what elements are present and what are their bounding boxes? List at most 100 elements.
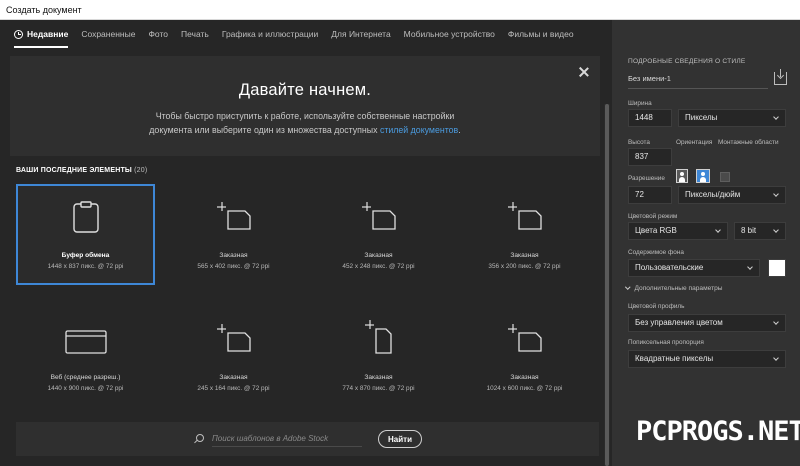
resolution-input[interactable]: 72 — [628, 186, 672, 204]
welcome-line-1: Чтобы быстро приступить к работе, исполь… — [155, 111, 455, 121]
category-tabs: Недавние Сохраненные Фото Печать Графика… — [0, 20, 612, 48]
recent-section-title: ВАШИ ПОСЛЕДНИЕ ЭЛЕМЕНТЫ (20) — [16, 167, 147, 174]
color-profile-value: Без управления цветом — [635, 318, 723, 327]
width-input[interactable]: 1448 — [628, 109, 672, 127]
width-unit-value: Пикселы — [685, 113, 718, 122]
recent-item-custom[interactable]: Заказная 452 x 248 пикс. @ 72 ppi — [309, 184, 448, 285]
recent-count: (20) — [134, 167, 148, 174]
main-area: Давайте начнем. Чтобы быстро приступить … — [0, 48, 612, 466]
pixel-aspect-value: Квадратные пикселы — [635, 354, 714, 363]
pixel-aspect-label: Попиксельная пропорция — [628, 339, 704, 346]
chevron-down-icon — [625, 283, 631, 289]
tab-art-illustration[interactable]: Графика и иллюстрации — [222, 20, 318, 48]
welcome-banner: Давайте начнем. Чтобы быстро приступить … — [10, 56, 600, 156]
clipboard-icon — [72, 201, 99, 233]
preset-name-underline — [628, 88, 768, 89]
resolution-unit-value: Пикселы/дюйм — [685, 190, 741, 199]
custom-landscape-icon — [507, 202, 542, 230]
item-name: Заказная — [364, 252, 393, 259]
tab-mobile[interactable]: Мобильное устройство — [404, 20, 495, 48]
advanced-options-label: Дополнительные параметры — [634, 285, 723, 292]
item-size: 1440 x 900 пикс. @ 72 ppi — [47, 385, 124, 392]
welcome-line-2: документа или выберите один из множества… — [10, 123, 600, 137]
tab-film-video[interactable]: Фильмы и видео — [508, 20, 574, 48]
color-profile-dropdown[interactable]: Без управления цветом — [628, 314, 786, 332]
close-icon[interactable] — [578, 66, 590, 78]
item-name: Заказная — [510, 252, 539, 259]
search-icon — [196, 434, 204, 442]
find-button[interactable]: Найти — [378, 430, 422, 448]
recent-item-web-medium[interactable]: Веб (среднее разреш.) 1440 x 900 пикс. @… — [16, 306, 155, 407]
chevron-down-icon — [747, 264, 753, 270]
orientation-label: Ориентация — [676, 139, 713, 146]
recent-item-custom[interactable]: Заказная 245 x 164 пикс. @ 72 ppi — [164, 306, 303, 407]
resolution-unit-dropdown[interactable]: Пикселы/дюйм — [678, 186, 786, 204]
chevron-down-icon — [773, 114, 779, 120]
item-name: Заказная — [219, 252, 248, 259]
width-label: Ширина — [628, 100, 652, 107]
bit-depth-value: 8 bit — [741, 226, 757, 235]
recent-item-custom[interactable]: Заказная 1024 x 600 пикс. @ 72 ppi — [455, 306, 594, 407]
tab-photo[interactable]: Фото — [148, 20, 168, 48]
item-name: Заказная — [219, 374, 248, 381]
pixel-aspect-dropdown[interactable]: Квадратные пикселы — [628, 350, 786, 368]
height-label: Высота — [628, 139, 650, 146]
item-size: 452 x 248 пикс. @ 72 ppi — [342, 263, 415, 270]
height-input[interactable]: 837 — [628, 148, 672, 166]
item-name: Буфер обмена — [61, 252, 110, 259]
recent-item-custom[interactable]: Заказная 356 x 200 пикс. @ 72 ppi — [455, 184, 594, 285]
portrait-orientation-button[interactable] — [676, 169, 688, 183]
item-size: 774 x 870 пикс. @ 72 ppi — [342, 385, 415, 392]
tab-label: Недавние — [27, 29, 69, 39]
preset-name-field[interactable]: Без имени-1 — [628, 74, 768, 83]
chevron-down-icon — [773, 227, 779, 233]
custom-landscape-icon — [361, 202, 396, 230]
save-preset-icon[interactable] — [774, 69, 787, 85]
chevron-down-icon — [715, 227, 721, 233]
welcome-title: Давайте начнем. — [238, 81, 372, 99]
artboards-label: Монтажные области — [718, 139, 779, 146]
chevron-down-icon — [773, 319, 779, 325]
artboards-checkbox[interactable] — [720, 172, 730, 182]
stock-search-bar: Найти — [16, 422, 599, 456]
item-size: 1024 x 600 пикс. @ 72 ppi — [486, 385, 563, 392]
clock-icon — [14, 29, 23, 39]
background-label: Содержимое фона — [628, 249, 684, 256]
background-dropdown[interactable]: Пользовательские — [628, 259, 760, 277]
tab-web[interactable]: Для Интернета — [331, 20, 390, 48]
chevron-down-icon — [773, 355, 779, 361]
welcome-text: Чтобы быстро приступить к работе, исполь… — [10, 109, 600, 137]
bit-depth-dropdown[interactable]: 8 bit — [734, 222, 786, 240]
color-mode-label: Цветовой режим — [628, 213, 678, 220]
background-value: Пользовательские — [635, 263, 704, 272]
advanced-options-toggle[interactable]: Дополнительные параметры — [625, 283, 723, 292]
recent-item-custom[interactable]: Заказная 774 x 870 пикс. @ 72 ppi — [309, 306, 448, 407]
scrollbar-thumb[interactable] — [605, 104, 609, 466]
tab-print[interactable]: Печать — [181, 20, 209, 48]
welcome-line-2-suffix: . — [458, 125, 461, 135]
recent-title: ВАШИ ПОСЛЕДНИЕ ЭЛЕМЕНТЫ — [16, 167, 132, 174]
tab-recent[interactable]: Недавние — [14, 20, 69, 48]
recent-item-clipboard[interactable]: Буфер обмена 1448 x 837 пикс. @ 72 ppi — [16, 184, 155, 285]
landscape-orientation-button[interactable] — [696, 169, 710, 183]
width-unit-dropdown[interactable]: Пикселы — [678, 109, 786, 127]
color-profile-label: Цветовой профиль — [628, 303, 685, 310]
item-name: Заказная — [364, 374, 393, 381]
panel-title: ПОДРОБНЫЕ СВЕДЕНИЯ О СТИЛЕ — [628, 58, 746, 65]
watermark: PCPROGS.NET — [636, 416, 800, 447]
custom-landscape-icon — [216, 202, 251, 230]
background-color-swatch[interactable] — [768, 259, 786, 277]
custom-landscape-icon — [216, 324, 251, 352]
item-name: Заказная — [510, 374, 539, 381]
color-mode-value: Цвета RGB — [635, 226, 677, 235]
tab-saved[interactable]: Сохраненные — [81, 20, 135, 48]
color-mode-dropdown[interactable]: Цвета RGB — [628, 222, 728, 240]
welcome-line-2-prefix: документа или выберите один из множества… — [149, 125, 380, 135]
browser-window-icon — [64, 330, 107, 354]
custom-portrait-icon — [364, 320, 392, 354]
item-size: 1448 x 837 пикс. @ 72 ppi — [47, 263, 124, 270]
chevron-down-icon — [773, 191, 779, 197]
stock-search-input[interactable] — [212, 431, 362, 447]
recent-item-custom[interactable]: Заказная 565 x 402 пикс. @ 72 ppi — [164, 184, 303, 285]
document-presets-link[interactable]: стилей документов — [380, 125, 458, 135]
